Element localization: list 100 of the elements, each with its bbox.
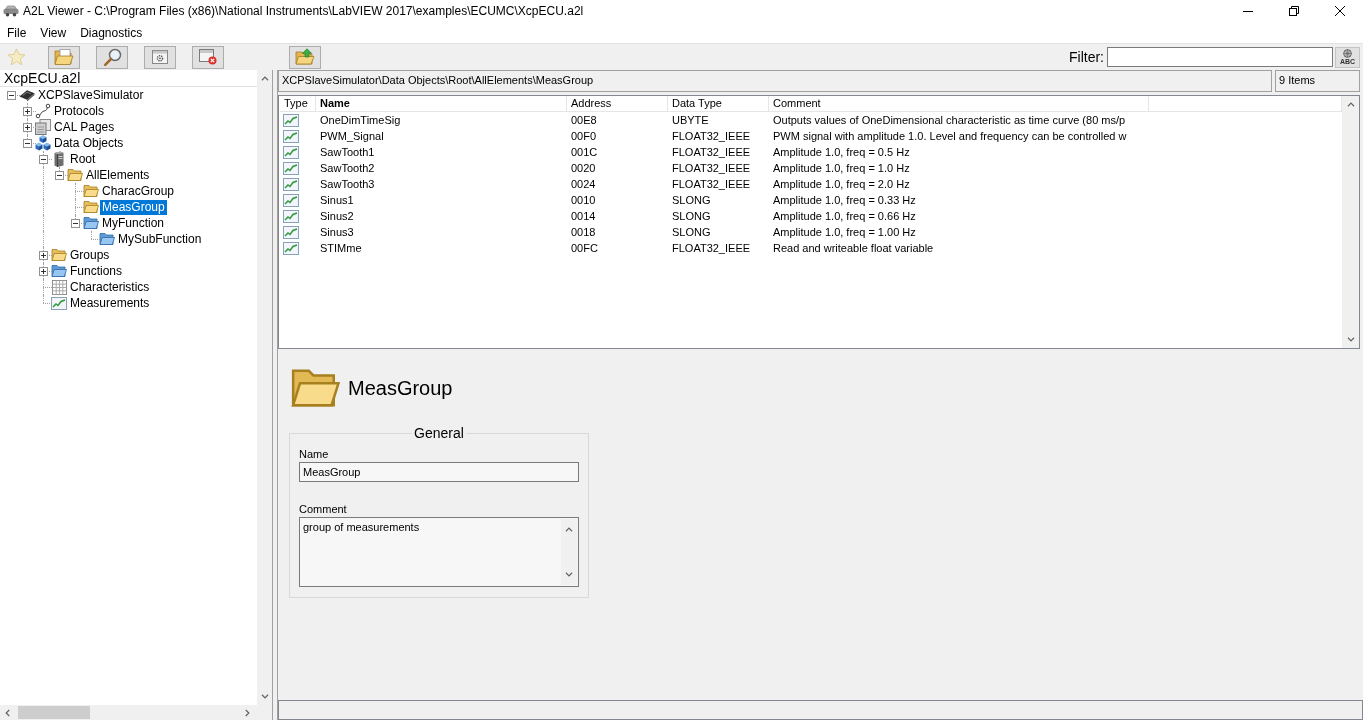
chart-icon [283,145,299,159]
tree-item[interactable]: Functions [68,263,125,279]
column-header[interactable]: Data Type [668,96,769,111]
connector-icon [35,103,51,119]
collapse-icon[interactable] [70,218,80,228]
column-header[interactable]: Comment [769,96,1149,111]
table-cell-text: UBYTE [671,112,710,128]
collapse-icon[interactable] [22,138,32,148]
settings-button[interactable] [144,45,176,69]
chevron-down-icon[interactable] [1346,337,1355,342]
text-area[interactable]: group of measurements [299,517,579,587]
table-cell-text: 0020 [570,160,597,176]
collapse-icon[interactable] [54,170,64,180]
tree-item[interactable]: AllElements [84,167,152,183]
chevron-up-icon[interactable] [565,527,573,532]
tree-item[interactable]: Measurements [68,295,152,311]
folder-arrow-icon [295,48,315,66]
close-file-button[interactable] [192,45,224,69]
table-cell-text: FLOAT32_IEEE [671,176,752,192]
table-cell-text: 001C [570,144,599,160]
menu-item[interactable]: View [33,24,74,41]
table-cell-text: FLOAT32_IEEE [671,240,752,256]
table-cell-text: Amplitude 1.0, freq = 0.66 Hz [772,208,917,224]
table-cell-text: PWM_Signal [319,128,385,144]
folder-icon [83,216,99,230]
field-label: Name [299,448,330,461]
cubes-icon [35,135,51,151]
globe-icon [1342,49,1353,58]
expand-icon[interactable] [38,266,48,276]
menu-item[interactable]: Diagnostics [73,24,150,41]
table-cell-text: Sinus2 [319,208,355,224]
expand-icon[interactable] [22,106,32,116]
chevron-down-icon[interactable] [565,572,573,577]
restore-icon [1289,6,1299,16]
scrollbar-thumb[interactable] [18,706,90,719]
folder-icon [83,200,99,214]
folder-icon [99,232,115,246]
field-label: Comment [299,503,348,516]
vertical-scrollbar[interactable] [561,519,577,585]
table-cell-text: FLOAT32_IEEE [671,144,752,160]
circuit-board-icon [19,88,35,102]
table-cell-text: Amplitude 1.0, freq = 1.0 Hz [772,160,911,176]
table-cell-text: SLONG [671,192,712,208]
search-icon [102,47,122,67]
open-button[interactable] [48,45,80,69]
menu-item[interactable]: File [0,24,34,41]
tree-item[interactable]: CharacGroup [100,183,177,199]
chart-icon [283,129,299,143]
table-cell-text: FLOAT32_IEEE [671,128,752,144]
folder-icon [54,48,74,66]
table-cell-text: PWM signal with amplitude 1.0. Level and frequency can be controlled w [772,128,1128,144]
chevron-down-icon[interactable] [260,694,269,699]
table-cell-text: 0010 [570,192,597,208]
table-cell-text: Sinus1 [319,192,355,208]
column-header[interactable]: Name [316,96,567,111]
car-icon [3,5,19,17]
star-icon [6,48,26,66]
chevron-up-icon[interactable] [1346,102,1355,107]
folder-icon [83,184,99,198]
tree-item[interactable]: MySubFunction [116,231,204,247]
table-cell-text: SLONG [671,224,712,240]
window-title: A2L Viewer - C:\Program Files (x86)\National Instruments\LabVIEW 2017\examples\ECUMC\XcpECU.a2l [23,3,584,19]
chart-icon [283,113,299,127]
column-header[interactable]: Type [280,96,316,111]
folder-up-button[interactable] [289,45,321,69]
chevron-left-icon[interactable] [5,708,10,717]
chart-icon [283,161,299,175]
chart-icon [283,209,299,223]
tree-item[interactable]: MeasGroup [100,199,167,215]
path-bar: XCPSlaveSimulator\Data Objects\Root\AllElements\MeasGroup [278,70,1272,92]
table-cell-text: Amplitude 1.0, freq = 1.00 Hz [772,224,917,240]
text-field[interactable]: MeasGroup [299,462,579,482]
documents-icon [35,119,51,135]
tree-item[interactable]: Characteristics [68,279,152,295]
tree-item[interactable]: XCPSlaveSimulator [36,87,146,103]
tree-item[interactable]: Data Objects [52,135,126,151]
filter-field[interactable] [1107,47,1333,67]
column-header[interactable]: Address [567,96,668,111]
tree-item[interactable]: Root [68,151,98,167]
tree-item[interactable]: CAL Pages [52,119,117,135]
table-cell-text: 0014 [570,208,597,224]
table-cell-text: SawTooth1 [319,144,376,160]
chevron-right-icon[interactable] [245,708,250,717]
folder-icon [67,168,83,182]
expand-icon[interactable] [22,122,32,132]
table-cell-text: OneDimTimeSig [319,112,402,128]
expand-icon[interactable] [38,250,48,260]
detail-title: MeasGroup [348,376,453,400]
table-cell-text: SawTooth2 [319,160,376,176]
item-count: 9 Items [1275,70,1360,92]
chevron-up-icon[interactable] [260,76,269,81]
collapse-icon[interactable] [6,90,16,100]
close-icon [1335,6,1345,16]
search-button[interactable] [96,45,128,69]
tree-item[interactable]: Groups [68,247,112,263]
tree-item[interactable]: Protocols [52,103,107,119]
vertical-scrollbar[interactable] [1342,96,1359,348]
table-cell-text: Amplitude 1.0, freq = 0.5 Hz [772,144,911,160]
tree-item[interactable]: MyFunction [100,215,167,231]
collapse-icon[interactable] [38,154,48,164]
